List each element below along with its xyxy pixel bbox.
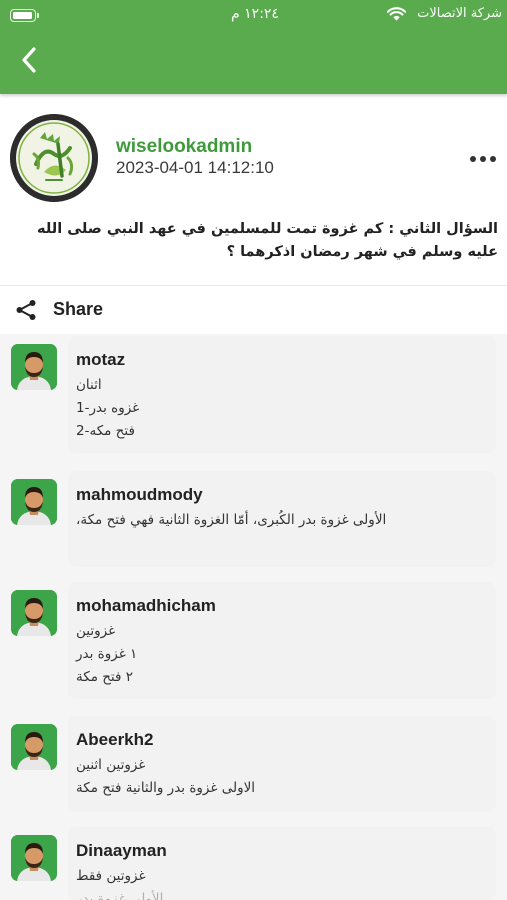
post-date: 2023-04-01 14:12:10 — [116, 158, 274, 177]
status-bar: ١٢:٢٤ م شركة الاتصالات — [0, 0, 507, 30]
user-avatar-icon — [11, 479, 57, 525]
comment-username[interactable]: Dinaayman — [76, 840, 488, 862]
comment-body: غزوتين اثنين الاولى غزوة بدر والثانية فت… — [76, 754, 488, 800]
wiselook-logo — [10, 114, 98, 202]
comment-line: فتح مكه-2 — [76, 423, 135, 439]
comment-body: اثنان غزوه بدر-1 فتح مكه-2 — [76, 374, 488, 443]
share-icon — [16, 300, 36, 320]
comment-username[interactable]: motaz — [76, 349, 488, 371]
comment-line: غزوتين اثنين — [76, 757, 146, 773]
comment-line: غزوتين فقط — [76, 868, 146, 884]
comment-bubble: motaz اثنان غزوه بدر-1 فتح مكه-2 — [68, 336, 496, 453]
battery-icon — [10, 9, 39, 22]
carrier-name: شركة الاتصالات — [417, 6, 502, 21]
user-avatar-icon — [11, 835, 57, 881]
comment-line: غزوتين — [76, 623, 116, 639]
share-button[interactable]: Share — [0, 287, 507, 333]
wifi-icon — [387, 7, 406, 21]
comment-line: اثنان — [76, 377, 102, 393]
user-avatar-icon — [11, 724, 57, 770]
comment-bubble: mohamadhicham غزوتين ١ غزوة بدر ٢ فتح مك… — [68, 582, 496, 699]
comment-bubble: Dinaayman غزوتين فقط الأولى غزوة بدر — [68, 827, 496, 900]
user-avatar[interactable] — [11, 479, 57, 525]
comment-line: ٢ فتح مكة — [76, 669, 134, 685]
user-avatar[interactable] — [11, 590, 57, 636]
comment-body: غزوتين فقط الأولى غزوة بدر — [76, 865, 488, 900]
question-text: السؤال الثاني : كم غزوة تمت للمسلمين في … — [37, 221, 498, 260]
post-header: wiselookadmin 2023-04-01 14:12:10 السؤال… — [0, 94, 507, 284]
more-horizontal-icon — [470, 156, 476, 162]
author-avatar[interactable] — [10, 114, 98, 202]
user-avatar[interactable] — [11, 724, 57, 770]
app-header: ١٢:٢٤ م شركة الاتصالات — [0, 0, 507, 94]
comment-bubble: mahmoudmody الأولى غزوة بدر الكُبرى، أمّ… — [68, 471, 496, 567]
user-avatar[interactable] — [11, 835, 57, 881]
comment-line: غزوه بدر-1 — [76, 400, 140, 416]
comment-body: غزوتين ١ غزوة بدر ٢ فتح مكة — [76, 620, 488, 689]
share-label: Share — [53, 299, 104, 319]
comment-body: الأولى غزوة بدر الكُبرى، أمّا الغزوة الث… — [76, 509, 488, 532]
comment-username[interactable]: mahmoudmody — [76, 484, 488, 506]
comment-line: الاولى غزوة بدر والثانية فتح مكة — [76, 780, 256, 796]
user-avatar[interactable] — [11, 344, 57, 390]
user-avatar-icon — [11, 344, 57, 390]
comment-username[interactable]: mohamadhicham — [76, 595, 488, 617]
author-name[interactable]: wiselookadmin — [116, 136, 252, 158]
chevron-left-icon — [22, 47, 36, 73]
more-options-button[interactable] — [470, 152, 496, 166]
back-button[interactable] — [14, 44, 44, 76]
comment-username[interactable]: Abeerkh2 — [76, 729, 488, 751]
comment-line: ١ غزوة بدر — [76, 646, 138, 662]
comment-bubble: Abeerkh2 غزوتين اثنين الاولى غزوة بدر وا… — [68, 716, 496, 812]
comment-line: الأولى غزوة بدر — [76, 891, 164, 900]
divider — [0, 285, 507, 286]
user-avatar-icon — [11, 590, 57, 636]
comment-line: الأولى غزوة بدر الكُبرى، أمّا الغزوة الث… — [76, 512, 387, 528]
status-time: ١٢:٢٤ م — [231, 6, 279, 22]
